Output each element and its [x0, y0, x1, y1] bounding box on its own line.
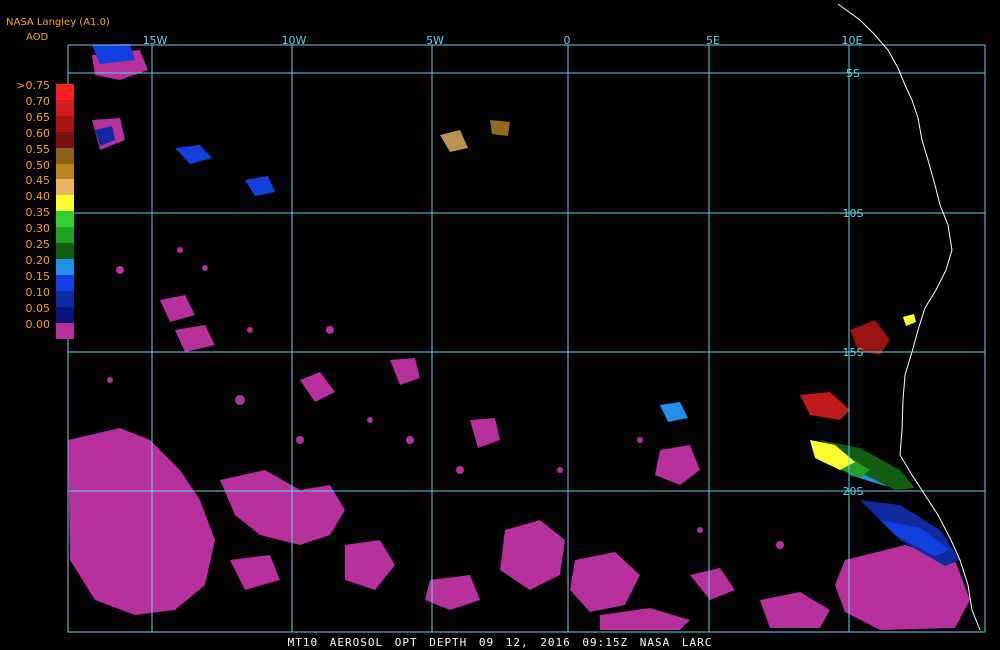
lon-label: 15W — [143, 34, 168, 47]
lon-label: 10W — [282, 34, 307, 47]
legend-swatch — [56, 179, 74, 196]
lon-label: 0 — [564, 34, 571, 47]
legend-swatch — [56, 211, 74, 228]
legend-label: 0.60 — [25, 126, 51, 140]
lon-label: 5W — [426, 34, 444, 47]
legend-swatch — [56, 99, 74, 116]
lat-label: 15S — [843, 346, 864, 359]
legend-label: 0.10 — [25, 285, 51, 299]
product-title: NASA Langley (A1.0) — [6, 17, 110, 28]
legend-label: 0.40 — [25, 190, 51, 204]
legend-swatch — [56, 258, 74, 275]
legend-swatch — [56, 115, 74, 132]
legend-label: 0.65 — [25, 110, 51, 124]
lon-label: 5E — [706, 34, 720, 47]
legend-label: 0.00 — [25, 317, 51, 331]
lat-label: 5S — [846, 67, 860, 80]
aod-high-plume — [440, 120, 916, 490]
lat-label: 20S — [843, 485, 864, 498]
legend-label: >0.75 — [16, 79, 50, 92]
legend-swatch — [56, 243, 74, 259]
footer-caption: MT10 AEROSOL OPT DEPTH 09 12, 2016 09:15… — [287, 636, 713, 649]
aod-low-speckle — [107, 247, 784, 549]
legend-swatch — [56, 195, 74, 212]
aod-map: 15W 10W 5W 0 5E 10E 5S 10S 15S 20S — [67, 3, 986, 633]
legend-swatch — [56, 147, 74, 164]
legend-swatch — [56, 322, 74, 339]
legend-swatch — [56, 131, 74, 148]
legend-label: 0.70 — [25, 94, 51, 108]
product-subtitle: AOD — [26, 32, 49, 43]
legend-label: 0.55 — [25, 142, 51, 156]
legend-label: 0.50 — [25, 158, 51, 172]
legend-swatch — [56, 163, 74, 180]
legend-label: 0.45 — [25, 174, 51, 188]
legend-swatch — [56, 306, 74, 323]
lat-labels: 5S 10S 15S 20S — [843, 67, 864, 498]
aod-moderate-region — [92, 44, 960, 566]
lat-label: 10S — [843, 207, 864, 220]
legend-swatch — [56, 274, 74, 291]
legend-label: 0.35 — [25, 206, 51, 220]
legend-label: 0.20 — [25, 253, 51, 267]
lon-label: 10E — [842, 34, 863, 47]
legend-swatch — [56, 84, 74, 100]
legend-label: 0.25 — [25, 238, 51, 251]
legend-swatch — [56, 227, 74, 244]
aod-low-region — [68, 50, 970, 630]
legend-label: 0.05 — [25, 301, 51, 315]
legend-label: 0.30 — [25, 222, 51, 236]
legend-swatch — [56, 290, 74, 307]
legend-label: 0.15 — [25, 269, 51, 283]
